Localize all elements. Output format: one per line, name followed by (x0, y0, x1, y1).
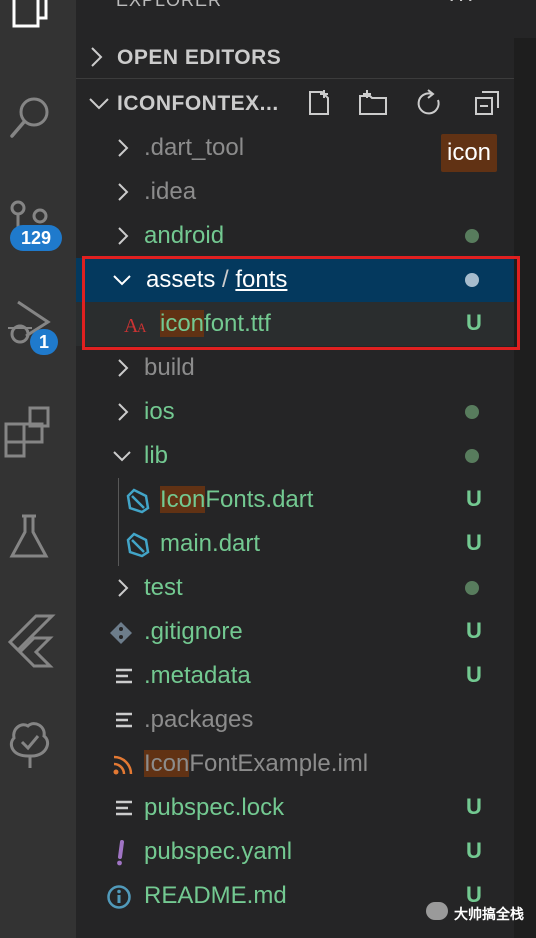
tree-item-test[interactable]: test (76, 566, 514, 610)
wechat-icon (426, 902, 448, 920)
tree-item-label: Fonts.dart (205, 486, 314, 513)
untracked-status: U (466, 618, 482, 643)
tree-item-build[interactable]: build (76, 346, 514, 390)
path-separator: / (222, 266, 229, 293)
tree-item-readme[interactable]: README.md U (76, 874, 514, 918)
tree-item-label: pubspec.yaml (144, 838, 293, 865)
tree-item-main-dart[interactable]: main.dart U (76, 522, 514, 566)
text-file-icon (116, 712, 132, 728)
tree-item-label: build (144, 354, 195, 381)
collapse-all-icon[interactable] (472, 88, 502, 118)
tree-item-label: lib (144, 442, 169, 469)
search-highlight: Icon (144, 750, 190, 777)
chevron-right-icon (118, 359, 129, 377)
rss-file-icon (113, 755, 133, 775)
activity-bar: 129 1 (0, 0, 76, 938)
tree-item-label: ios (144, 398, 175, 425)
tree-item-label: .dart_tool (144, 134, 245, 161)
chevron-right-icon (118, 139, 129, 157)
chevron-down-icon (113, 451, 131, 462)
scm-badge: 129 (10, 225, 62, 251)
flutter-icon[interactable] (0, 608, 76, 668)
tree-item-label: android (144, 222, 225, 249)
tree-item-ios[interactable]: ios (76, 390, 514, 434)
search-icon[interactable] (0, 86, 76, 146)
untracked-status: U (466, 530, 482, 555)
new-file-icon[interactable] (304, 88, 334, 118)
chevron-down-icon (89, 98, 109, 110)
tree-item-iml[interactable]: IconFontExample.iml (76, 742, 514, 786)
testing-flask-icon[interactable] (0, 506, 76, 566)
chevron-right-icon (91, 47, 103, 67)
chevron-right-icon (118, 579, 129, 597)
tree-item-android[interactable]: android (76, 214, 514, 258)
explorer-icon[interactable] (0, 0, 76, 46)
dart-file-icon (126, 488, 150, 514)
modified-dot (465, 229, 479, 243)
text-file-icon (116, 668, 132, 684)
chevron-right-icon (118, 183, 129, 201)
tree-item-gitignore[interactable]: .gitignore U (76, 610, 514, 654)
untracked-status: U (466, 794, 482, 819)
chevron-right-icon (118, 403, 129, 421)
yaml-file-icon (117, 840, 124, 866)
open-editors-section[interactable]: OPEN EDITORS (76, 36, 514, 80)
tree-item-lib[interactable]: lib (76, 434, 514, 478)
modified-dot (465, 581, 479, 595)
section-divider (76, 78, 514, 79)
tree-item-label: main.dart (160, 530, 261, 557)
tree-item-label: .gitignore (144, 618, 243, 645)
tree-item-idea[interactable]: .idea (76, 170, 514, 214)
project-title: ICONFONTEX... (117, 92, 279, 115)
tree-item-label: font.ttf (204, 310, 271, 337)
info-icon (107, 885, 131, 909)
chevron-right-icon (118, 227, 129, 245)
search-term-tooltip: icon (441, 134, 498, 172)
text-file-icon (116, 800, 132, 816)
open-editors-label: OPEN EDITORS (117, 46, 282, 69)
folder-assets-label: assets (146, 266, 216, 293)
tree-item-pubspec-lock[interactable]: pubspec.lock U (76, 786, 514, 830)
tree-item-label: README.md (144, 882, 287, 909)
folder-fonts-label[interactable]: fonts (235, 266, 287, 293)
tree-item-packages[interactable]: .packages (76, 698, 514, 742)
tree-item-pubspec-yaml[interactable]: pubspec.yaml U (76, 830, 514, 874)
tree-item-label: .packages (144, 706, 254, 733)
explorer-title: EXPLORER (116, 0, 223, 10)
tree-item-label: FontExample.iml (189, 750, 369, 777)
tree-item-label: pubspec.lock (144, 794, 285, 821)
tree-item-assets-fonts[interactable]: assets / fonts (76, 258, 514, 302)
modified-dot (465, 405, 479, 419)
search-highlight: icon (160, 310, 205, 337)
debug-badge: 1 (30, 329, 58, 355)
new-folder-icon[interactable] (358, 88, 388, 118)
project-section[interactable]: ICONFONTEX... (76, 82, 514, 126)
dart-file-icon (126, 532, 150, 558)
tree-item-label: test (144, 574, 183, 601)
tree-item-metadata[interactable]: .metadata U (76, 654, 514, 698)
untracked-status: U (466, 838, 482, 863)
untracked-status: U (466, 310, 482, 335)
untracked-status: U (466, 486, 482, 511)
tree-item-iconfonts-dart[interactable]: IconFonts.dart U (76, 478, 514, 522)
untracked-status: U (466, 662, 482, 687)
git-file-icon (110, 622, 132, 644)
modified-dot (465, 449, 479, 463)
tree-view-icon[interactable] (0, 712, 76, 772)
tree-item-iconfont-ttf[interactable]: A A iconfont.ttf U (76, 302, 514, 346)
tree-item-label: .idea (144, 178, 197, 205)
tree-item-label: .metadata (144, 662, 251, 689)
refresh-icon[interactable] (414, 88, 444, 118)
search-highlight: Icon (160, 486, 206, 513)
svg-text:A: A (137, 320, 147, 335)
more-actions-icon[interactable]: ··· (448, 0, 476, 12)
editor-edge (514, 0, 536, 938)
font-file-icon: A A (124, 315, 147, 337)
modified-dot (465, 273, 479, 287)
watermark-text: 大帅搞全栈 (454, 906, 524, 922)
extensions-icon[interactable] (0, 400, 76, 460)
chevron-down-icon (113, 275, 131, 286)
